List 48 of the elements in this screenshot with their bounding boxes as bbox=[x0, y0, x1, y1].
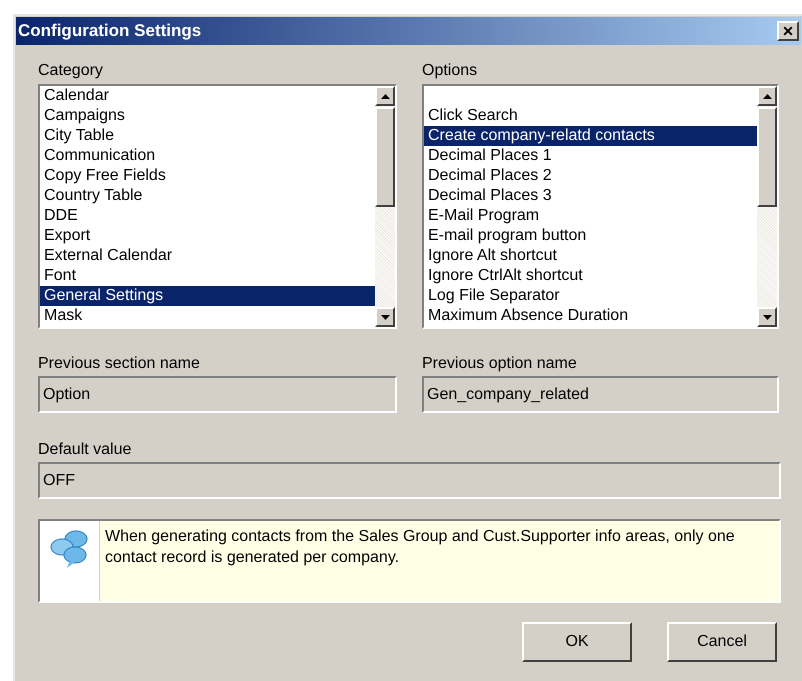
scroll-down-button[interactable] bbox=[757, 307, 777, 327]
list-item[interactable]: Copy Free Fields bbox=[40, 166, 375, 186]
list-item[interactable]: Font bbox=[40, 266, 375, 286]
help-text: When generating contacts from the Sales Group and Cust.Supporter info areas, only one contact record is generated per company. bbox=[104, 527, 736, 568]
list-item[interactable]: Communication bbox=[40, 146, 375, 166]
list-item[interactable]: Campaigns bbox=[40, 106, 375, 126]
options-label: Options bbox=[422, 61, 478, 81]
list-item[interactable]: Ignore Alt shortcut bbox=[424, 246, 757, 266]
list-item[interactable]: Maximum Absence Duration bbox=[424, 306, 757, 326]
list-item[interactable]: Decimal Places 3 bbox=[424, 186, 757, 206]
dialog-button[interactable]: OK bbox=[522, 622, 632, 662]
window-title: Configuration Settings bbox=[18, 20, 202, 42]
list-item[interactable]: Ignore CtrlAlt shortcut bbox=[424, 266, 757, 286]
list-item[interactable]: Country Table bbox=[40, 186, 375, 206]
field-label: Previous section name bbox=[38, 354, 201, 374]
close-button[interactable]: × bbox=[777, 21, 799, 41]
field-label: Default value bbox=[38, 440, 132, 460]
list-item[interactable]: Click Search bbox=[424, 106, 757, 126]
list-item[interactable]: General Settings bbox=[40, 286, 375, 306]
category-label: Category bbox=[38, 61, 104, 81]
down-arrow-icon bbox=[762, 314, 772, 320]
read-only-field: Gen_company_related bbox=[422, 376, 779, 413]
field-label: Previous option name bbox=[422, 354, 578, 374]
scrollbar[interactable] bbox=[757, 86, 777, 327]
dialog-button[interactable]: Cancel bbox=[667, 622, 777, 662]
scroll-up-button[interactable] bbox=[375, 86, 395, 106]
list-item[interactable]: DDE bbox=[40, 206, 375, 226]
scrollbar-thumb[interactable] bbox=[375, 107, 395, 207]
list-item[interactable]: Calendar bbox=[40, 86, 375, 106]
up-arrow-icon bbox=[762, 94, 772, 98]
list-item[interactable]: E-Mail Program bbox=[424, 206, 757, 226]
scroll-up-button[interactable] bbox=[757, 86, 777, 106]
list-item[interactable]: Mask bbox=[40, 306, 375, 326]
up-arrow-icon bbox=[380, 94, 390, 98]
scroll-down-button[interactable] bbox=[375, 307, 395, 327]
list-item[interactable]: City Table bbox=[40, 126, 375, 146]
list-item[interactable]: External Calendar bbox=[40, 246, 375, 266]
scrollbar-thumb[interactable] bbox=[757, 107, 777, 207]
scrollbar[interactable] bbox=[375, 86, 395, 327]
list-item[interactable]: Decimal Places 2 bbox=[424, 166, 757, 186]
list-item[interactable]: Create company-relatd contacts bbox=[424, 126, 757, 146]
list-item[interactable]: Export bbox=[40, 226, 375, 246]
list-item[interactable]: Decimal Places 1 bbox=[424, 146, 757, 166]
down-arrow-icon bbox=[380, 314, 390, 320]
read-only-field: OFF bbox=[38, 462, 781, 499]
list-item[interactable]: E-mail program button bbox=[424, 226, 757, 246]
read-only-field: Option bbox=[38, 376, 397, 413]
list-item[interactable]: Log File Separator bbox=[424, 286, 757, 306]
